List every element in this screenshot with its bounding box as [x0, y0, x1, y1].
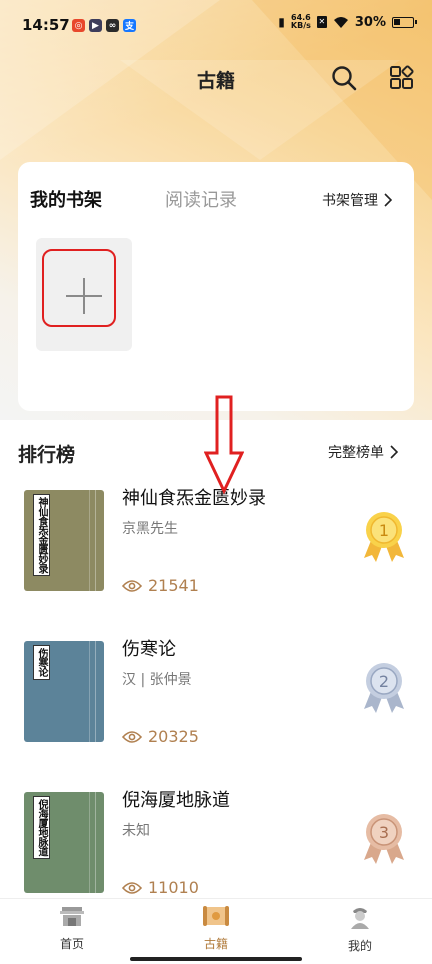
full-ranking-link[interactable]: 完整榜单: [328, 442, 398, 462]
book-title: 倪海厦地脉道: [122, 790, 230, 811]
notification-app-icon: ◎: [72, 19, 85, 32]
book-cover: 神仙食炁金匮妙录: [24, 490, 104, 591]
notification-app-icon: 支: [123, 19, 136, 32]
search-button[interactable]: [330, 64, 358, 92]
medal-rank: 3: [379, 823, 389, 842]
chevron-right-icon: [390, 445, 398, 459]
notification-app-icon: ∞: [106, 19, 119, 32]
apps-button[interactable]: [388, 64, 416, 92]
manage-bookshelf-link[interactable]: 书架管理: [322, 190, 392, 210]
eye-icon: [122, 579, 142, 592]
book-author: 未知: [122, 823, 150, 839]
search-icon: [332, 66, 357, 91]
nav-label: 首页: [59, 937, 84, 951]
status-time: 14:57: [22, 16, 70, 34]
highlight-box: [42, 249, 116, 327]
grid-apps-icon: [390, 65, 414, 89]
list-item[interactable]: 倪海厦地脉道 倪海厦地脉道 未知 11010 3: [0, 790, 432, 912]
bottom-nav: 首页 古籍 我的: [0, 898, 432, 964]
net-speed: 64.6 KB/s: [291, 14, 311, 30]
silver-medal-icon: 2: [364, 663, 404, 713]
manage-bookshelf-label: 书架管理: [322, 193, 378, 209]
status-bar: 14:57 ◎ ▶ ∞ 支 ▮ 64.6 KB/s ✕ 30%: [0, 0, 432, 52]
nav-item-profile[interactable]: 我的: [320, 905, 400, 954]
list-item[interactable]: 伤寒论 伤寒论 汉 | 张仲景 20325 2: [0, 639, 432, 761]
medal-rank: 2: [379, 672, 389, 691]
book-title: 伤寒论: [122, 639, 176, 660]
view-count-value: 20325: [148, 727, 199, 746]
book-author: 汉 | 张仲景: [122, 672, 192, 688]
notification-app-icon: ▶: [89, 19, 102, 32]
battery-icon: [392, 16, 417, 28]
cover-label: 神仙食炁金匮妙录: [33, 494, 50, 576]
temple-icon: [60, 907, 84, 926]
view-count: 21541: [122, 576, 199, 595]
cover-label: 倪海厦地脉道: [33, 796, 50, 859]
cover-label: 伤寒论: [33, 645, 50, 680]
eye-icon: [122, 881, 142, 894]
book-cover: 倪海厦地脉道: [24, 792, 104, 893]
view-count-value: 11010: [148, 878, 199, 897]
book-cover: 伤寒论: [24, 641, 104, 742]
nav-item-classics[interactable]: 古籍: [176, 905, 256, 952]
scroll-icon: [203, 906, 229, 926]
net-speed-unit: KB/s: [290, 21, 311, 30]
chevron-right-icon: [384, 193, 392, 207]
nav-item-home[interactable]: 首页: [32, 905, 112, 952]
book-title: 神仙食炁金匮妙录: [122, 488, 266, 509]
view-count-value: 21541: [148, 576, 199, 595]
list-item[interactable]: 神仙食炁金匮妙录 神仙食炁金匮妙录 京黑先生 21541 1: [0, 488, 432, 610]
view-count: 20325: [122, 727, 199, 746]
user-avatar-icon: [351, 908, 369, 929]
nav-label: 我的: [347, 939, 372, 953]
full-ranking-label: 完整榜单: [328, 445, 384, 461]
nav-label: 古籍: [203, 937, 228, 951]
annotation-arrow: [204, 395, 244, 495]
tab-my-bookshelf[interactable]: 我的书架: [30, 186, 102, 212]
ranking-title: 排行榜: [18, 444, 76, 466]
home-indicator[interactable]: [130, 957, 302, 961]
no-sim-icon: ✕: [316, 16, 327, 28]
page-title: 古籍: [196, 70, 235, 92]
book-author: 京黑先生: [122, 521, 178, 537]
battery-percent: 30%: [354, 14, 386, 30]
add-book-button[interactable]: [36, 238, 132, 351]
bronze-medal-icon: 3: [364, 814, 404, 864]
plus-icon-vertical: [83, 278, 85, 314]
vibrate-icon: ▮: [278, 15, 285, 29]
view-count: 11010: [122, 878, 199, 897]
tab-reading-history[interactable]: 阅读记录: [165, 186, 237, 212]
eye-icon: [122, 730, 142, 743]
gold-medal-icon: 1: [364, 512, 404, 562]
notification-icons: ◎ ▶ ∞ 支: [72, 19, 136, 32]
bookshelf-card: 我的书架 阅读记录 书架管理: [18, 162, 414, 411]
medal-rank: 1: [379, 521, 389, 540]
wifi-icon: [333, 16, 348, 28]
